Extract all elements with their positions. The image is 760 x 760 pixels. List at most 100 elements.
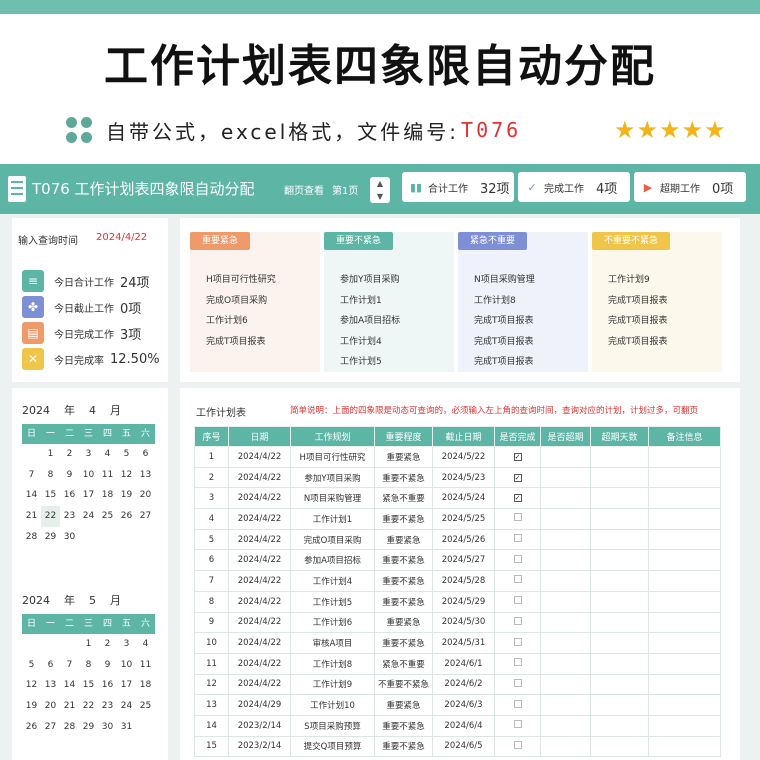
calendar-day[interactable]: 21 [22,506,41,527]
done-checkbox[interactable] [513,575,522,584]
calendar-day[interactable]: 27 [136,506,155,527]
done-checkbox[interactable] [513,699,522,708]
table-cell [540,714,591,737]
calendar-day[interactable]: 26 [22,717,41,738]
calendar-day[interactable]: 23 [98,696,117,717]
calendar-day[interactable]: 20 [41,696,60,717]
calendar-day[interactable]: 30 [98,717,117,738]
calendar-day[interactable]: 26 [117,506,136,527]
done-checkbox[interactable] [513,534,522,543]
calendar-day[interactable]: 9 [60,465,79,486]
calendar-day[interactable]: 20 [136,485,155,506]
calendar-day[interactable]: 25 [136,696,155,717]
calendar-may: 2024 年 5 月 日一二三四五六 1 2 3 4 5 6 7 8 9 10 11 12 13 14 15 1… [22,592,155,737]
done-checkbox[interactable] [513,616,522,625]
weekday-header: 二 [60,424,79,444]
calendar-day[interactable]: 22 [79,696,98,717]
table-cell [494,735,541,758]
table-cell: ✓ [494,466,541,489]
calendar-day[interactable]: 17 [117,675,136,696]
calendar-day[interactable]: 22 [41,506,60,527]
page-value[interactable]: 第1页 [332,182,358,197]
done-checkbox[interactable]: ✓ [513,452,522,461]
calendar-day[interactable]: 6 [136,444,155,465]
calendar-day[interactable]: 27 [41,717,60,738]
calendar-day[interactable]: 15 [41,485,60,506]
calendar-day[interactable]: 8 [41,465,60,486]
calendar-day[interactable]: 28 [22,527,41,548]
calendar-day[interactable]: 3 [79,444,98,465]
calendar-day[interactable]: 14 [22,485,41,506]
done-checkbox[interactable]: ✓ [513,494,522,503]
calendar-day[interactable]: 19 [117,485,136,506]
calendar-day[interactable]: 18 [136,675,155,696]
calendar-day[interactable]: 16 [98,675,117,696]
query-date-input[interactable]: 2024/4/22 [96,232,147,243]
calendar-day[interactable]: 1 [41,444,60,465]
calendar-day[interactable]: 30 [60,527,79,548]
calendar-day[interactable]: 1 [79,634,98,655]
calendar-day[interactable]: 15 [79,675,98,696]
table-cell: 7 [194,570,229,592]
calendar-day[interactable]: 31 [117,717,136,738]
calendar-day[interactable]: 11 [136,655,155,676]
calendar-day[interactable]: 3 [117,634,136,655]
calendar-day[interactable]: 5 [22,655,41,676]
table-cell: 9 [194,611,229,634]
calendar-day[interactable]: 2 [98,634,117,655]
page-spinner[interactable]: ▲ ▼ [370,177,390,203]
calendar-day[interactable]: 6 [41,655,60,676]
calendar-day[interactable]: 13 [41,675,60,696]
calendar-day[interactable]: 24 [117,696,136,717]
calendar-day[interactable]: 7 [22,465,41,486]
calendar-day[interactable]: 8 [79,655,98,676]
done-checkbox[interactable] [513,513,522,522]
spin-up-icon[interactable]: ▲ [370,177,390,190]
done-checkbox[interactable] [513,720,522,729]
calendar-day[interactable]: 28 [60,717,79,738]
column-header: 是否超期 [540,426,591,447]
table-cell [540,549,591,572]
done-checkbox[interactable] [513,596,522,605]
table-cell: 重要不紧急 [374,549,433,572]
calendar-day[interactable]: 10 [79,465,98,486]
spin-down-icon[interactable]: ▼ [370,190,390,203]
quadrant-item: 完成T项目报表 [608,336,668,347]
calendar-day[interactable]: 7 [60,655,79,676]
quadrant-item: 工作计划8 [474,295,516,306]
calendar-day[interactable]: 11 [98,465,117,486]
calendar-day[interactable]: 23 [60,506,79,527]
calendar-day[interactable]: 14 [60,675,79,696]
calendar-day[interactable]: 5 [117,444,136,465]
calendar-day[interactable]: 4 [136,634,155,655]
table-cell: 2024/4/22 [228,446,291,468]
done-checkbox[interactable]: ✓ [513,473,522,482]
done-checkbox[interactable] [513,637,522,646]
cal-year: 2024 [22,404,50,417]
calendar-day[interactable]: 18 [98,485,117,506]
calendar-day[interactable]: 10 [117,655,136,676]
calendar-day[interactable]: 12 [117,465,136,486]
calendar-day[interactable]: 19 [22,696,41,717]
calendar-day[interactable]: 24 [79,506,98,527]
done-checkbox[interactable] [513,740,522,749]
calendar-day[interactable]: 16 [60,485,79,506]
calendar-day[interactable]: 29 [79,717,98,738]
rating-stars-icon: ★★★★★ [614,116,727,144]
calendar-day[interactable]: 4 [98,444,117,465]
calendar-day[interactable]: 17 [79,485,98,506]
calendar-day[interactable]: 29 [41,527,60,548]
calendar-day[interactable]: 9 [98,655,117,676]
table-cell: 2024/6/4 [432,714,495,737]
calendar-day[interactable]: 2 [60,444,79,465]
calendar-day[interactable]: 13 [136,465,155,486]
quadrant-item: 完成T项目报表 [608,295,668,306]
done-checkbox[interactable] [513,658,522,667]
table-cell: 完成O项目采购 [290,528,375,551]
calendar-day[interactable]: 21 [60,696,79,717]
calendar-day[interactable]: 12 [22,675,41,696]
done-checkbox[interactable] [513,678,522,687]
calendar-day[interactable]: 25 [98,506,117,527]
table-cell: 工作计划1 [290,508,375,530]
done-checkbox[interactable] [513,554,522,563]
